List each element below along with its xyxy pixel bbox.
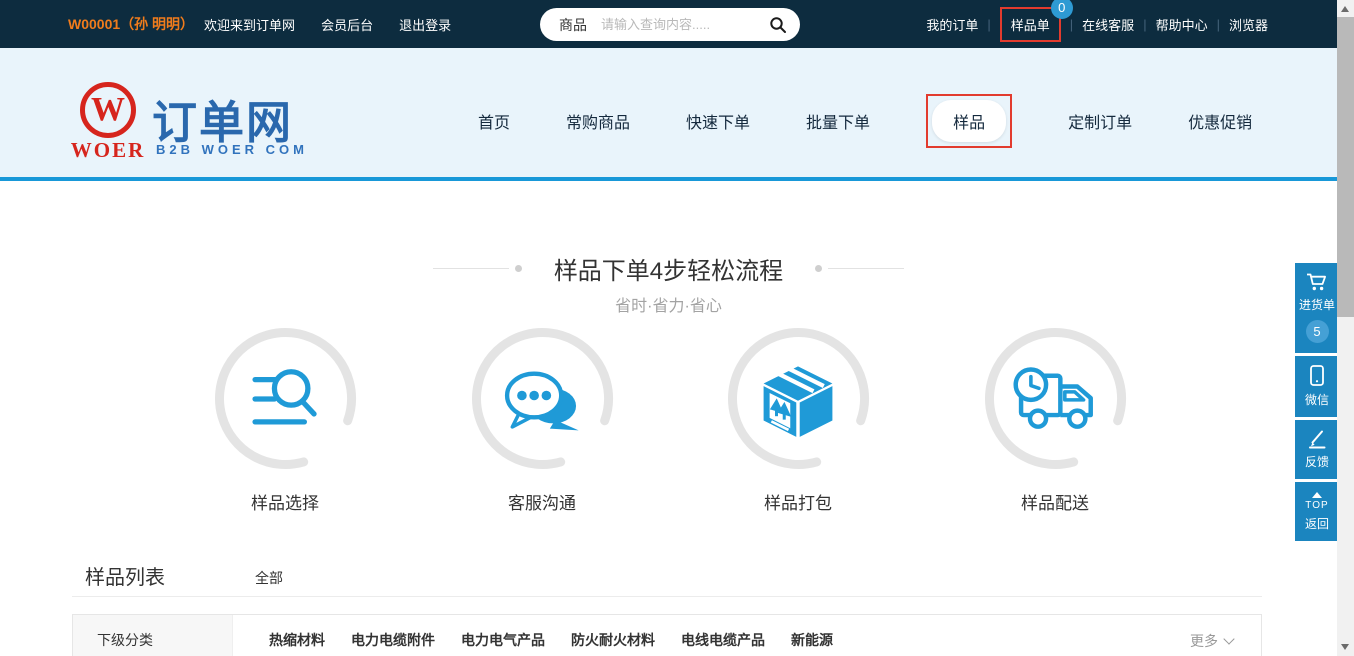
separator: | xyxy=(987,17,990,32)
step-ring xyxy=(727,327,870,470)
decorative-dot xyxy=(515,265,522,272)
purchase-cart-badge: 5 xyxy=(1306,320,1329,343)
process-subtitle: 省时·省力·省心 xyxy=(0,292,1337,316)
search-button[interactable] xyxy=(756,8,800,41)
search-icon xyxy=(769,16,787,34)
separator: | xyxy=(1143,17,1146,32)
chat-bubbles-icon xyxy=(494,356,590,442)
category-row-label: 下级分类 xyxy=(73,615,233,656)
wechat-label: 微信 xyxy=(1295,391,1339,408)
purchase-cart-label: 进货单 xyxy=(1295,296,1339,313)
woer-logo-icon[interactable]: W xyxy=(80,82,136,138)
step-ring xyxy=(471,327,614,470)
topbar: W00001（孙 明明） 欢迎来到订单网 会员后台 退出登录 商品 我的订单 |… xyxy=(0,0,1354,48)
separator: | xyxy=(1217,17,1220,32)
scroll-up-arrow-icon[interactable] xyxy=(1341,6,1349,12)
site-tagline: B2B WOER COM xyxy=(156,142,308,157)
category-wire-cable-products[interactable]: 电线电缆产品 xyxy=(681,630,765,656)
delivery-truck-icon xyxy=(1005,357,1105,441)
category-heat-shrink[interactable]: 热缩材料 xyxy=(269,630,325,656)
category-power-electric-products[interactable]: 电力电气产品 xyxy=(461,630,545,656)
decorative-dot xyxy=(815,265,822,272)
decorative-line xyxy=(433,268,509,269)
sample-cart-label: 样品单 xyxy=(1011,18,1050,33)
user-id[interactable]: W00001（孙 明明） xyxy=(68,14,194,34)
site-header: W WOER 订单网 B2B WOER COM 首页 常购商品 快速下单 批量下… xyxy=(0,48,1354,181)
member-center-link[interactable]: 会员后台 xyxy=(321,15,373,34)
nav-item-samples[interactable]: 样品 xyxy=(926,94,1012,148)
category-power-cable-accessories[interactable]: 电力电缆附件 xyxy=(351,630,435,656)
search-bar: 商品 xyxy=(540,8,800,41)
step-label: 客服沟通 xyxy=(462,489,622,514)
feedback-button[interactable]: 反馈 xyxy=(1295,420,1339,479)
step-label: 样品选择 xyxy=(205,489,365,514)
nav-item-samples-pill[interactable]: 样品 xyxy=(932,100,1006,142)
step-ring xyxy=(214,327,357,470)
filter-all[interactable]: 全部 xyxy=(255,568,283,588)
step-label: 样品配送 xyxy=(975,489,1135,514)
category-links: 热缩材料 电力电缆附件 电力电气产品 防火耐火材料 电线电缆产品 新能源 xyxy=(233,615,833,656)
more-button[interactable]: 更多 xyxy=(1190,631,1233,651)
arrow-up-icon xyxy=(1312,492,1322,498)
scroll-down-arrow-icon[interactable] xyxy=(1341,644,1349,650)
chevron-down-icon xyxy=(1223,633,1234,644)
topbar-right: 我的订单 | 样品单 0 | 在线客服 | 帮助中心 | 浏览器 xyxy=(926,0,1268,48)
step-sample-selection: 样品选择 xyxy=(205,327,365,514)
wechat-button[interactable]: 微信 xyxy=(1295,356,1339,417)
nav-item-bulk-order[interactable]: 批量下单 xyxy=(806,109,870,133)
woer-brand-text: WOER xyxy=(66,138,150,163)
step-sample-packing: 样品打包 xyxy=(718,327,878,514)
top-label: TOP xyxy=(1295,500,1339,511)
pencil-icon xyxy=(1306,428,1328,450)
sample-cart-link[interactable]: 样品单 0 xyxy=(1000,7,1061,42)
sample-list-title: 样品列表 xyxy=(85,561,165,590)
logout-link[interactable]: 退出登录 xyxy=(399,15,451,34)
decorative-line xyxy=(828,268,904,269)
more-label: 更多 xyxy=(1190,631,1218,651)
separator: | xyxy=(1070,17,1073,32)
browser-link[interactable]: 浏览器 xyxy=(1229,15,1268,34)
step-label: 样品打包 xyxy=(718,489,878,514)
nav-item-frequent-goods[interactable]: 常购商品 xyxy=(566,109,630,133)
category-fireproof-materials[interactable]: 防火耐火材料 xyxy=(571,630,655,656)
purchase-cart-button[interactable]: 进货单 5 xyxy=(1295,263,1339,353)
step-sample-delivery: 样品配送 xyxy=(975,327,1135,514)
mobile-phone-icon xyxy=(1307,364,1327,388)
step-ring xyxy=(984,327,1127,470)
nav-item-home[interactable]: 首页 xyxy=(478,109,510,133)
nav-item-quick-order[interactable]: 快速下单 xyxy=(686,109,750,133)
process-title: 样品下单4步轻松流程 xyxy=(554,251,783,286)
main-nav: 首页 常购商品 快速下单 批量下单 样品 定制订单 优惠促销 xyxy=(478,48,1252,193)
step-service-communication: 客服沟通 xyxy=(462,327,622,514)
help-center-link[interactable]: 帮助中心 xyxy=(1156,15,1208,34)
feedback-label: 反馈 xyxy=(1295,453,1339,470)
floating-side-bar: 进货单 5 微信 反馈 TOP 返回 xyxy=(1295,263,1339,544)
my-orders-link[interactable]: 我的订单 xyxy=(926,15,978,34)
sample-cart-badge: 0 xyxy=(1051,0,1073,19)
welcome-text: 欢迎来到订单网 xyxy=(204,15,295,34)
topbar-left: W00001（孙 明明） 欢迎来到订单网 会员后台 退出登录 xyxy=(68,0,451,48)
category-new-energy[interactable]: 新能源 xyxy=(791,630,833,656)
divider xyxy=(72,596,1262,597)
category-filter-box: 下级分类 热缩材料 电力电缆附件 电力电气产品 防火耐火材料 电线电缆产品 新能… xyxy=(72,614,1262,656)
process-title-row: 样品下单4步轻松流程 xyxy=(0,250,1337,286)
package-box-icon xyxy=(755,356,841,442)
search-category-select[interactable]: 商品 xyxy=(540,15,601,35)
search-input[interactable] xyxy=(601,17,756,32)
vertical-scrollbar[interactable] xyxy=(1337,0,1354,656)
nav-item-promotions[interactable]: 优惠促销 xyxy=(1188,109,1252,133)
back-to-top-button[interactable]: TOP 返回 xyxy=(1295,482,1339,541)
nav-item-custom-order[interactable]: 定制订单 xyxy=(1068,109,1132,133)
page: W00001（孙 明明） 欢迎来到订单网 会员后台 退出登录 商品 我的订单 |… xyxy=(0,0,1354,656)
scrollbar-thumb[interactable] xyxy=(1337,17,1354,317)
cart-icon xyxy=(1305,271,1329,293)
back-label: 返回 xyxy=(1295,515,1339,532)
search-list-icon xyxy=(241,355,329,443)
online-service-link[interactable]: 在线客服 xyxy=(1082,15,1134,34)
